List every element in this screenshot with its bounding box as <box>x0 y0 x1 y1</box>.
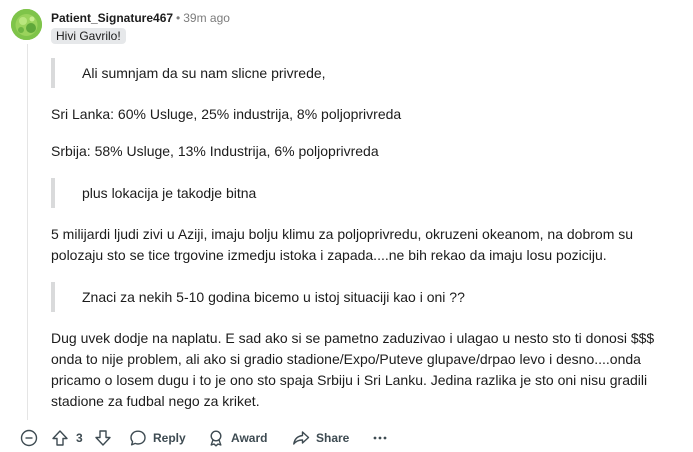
award-label: Award <box>231 431 268 445</box>
more-options-button[interactable] <box>371 426 389 450</box>
avatar-image <box>11 9 42 40</box>
timestamp[interactable]: 39m ago <box>183 11 230 25</box>
blockquote: plus lokacija je takodje bitna <box>51 178 681 208</box>
paragraph: Srbija: 58% Usluge, 13% Industrija, 6% p… <box>51 143 379 159</box>
paragraph: Dug uvek dodje na naplatu. E sad ako si … <box>51 330 655 409</box>
share-button[interactable]: Share <box>292 426 349 450</box>
username-link[interactable]: Patient_Signature467 <box>51 11 173 25</box>
meta-separator: • <box>176 11 181 25</box>
share-arrow-icon <box>293 431 310 445</box>
comment-body: Ali sumnjam da su nam slicne privrede, S… <box>51 58 681 412</box>
share-label: Share <box>316 431 350 445</box>
upvote-arrow-icon <box>52 430 68 446</box>
blockquote-text: Znaci za nekih 5-10 godina bicemo u isto… <box>82 288 465 305</box>
downvote-button[interactable] <box>94 426 112 450</box>
vote-count: 3 <box>76 431 83 445</box>
blockquote-text: Ali sumnjam da su nam slicne privrede, <box>82 64 326 81</box>
upvote-button[interactable] <box>51 426 69 450</box>
comment-action-bar: 3 Reply Award Share <box>0 426 693 450</box>
blockquote: Znaci za nekih 5-10 godina bicemo u isto… <box>51 282 681 312</box>
reply-label: Reply <box>153 431 186 445</box>
collapse-minus-icon <box>20 429 38 447</box>
user-flair: Hivi Gavrilo! <box>51 28 126 44</box>
downvote-arrow-icon <box>95 430 111 446</box>
collapse-button[interactable] <box>20 426 38 450</box>
award-ribbon-icon <box>210 430 222 447</box>
speech-bubble-icon <box>130 430 146 446</box>
award-button[interactable]: Award <box>207 426 267 450</box>
paragraph: 5 milijardi ljudi zivi u Aziji, imaju bo… <box>51 226 634 263</box>
thread-line[interactable] <box>27 44 28 420</box>
more-horizontal-icon <box>373 436 387 440</box>
avatar[interactable] <box>11 9 42 40</box>
comment-header: Patient_Signature467 • 39m ago <box>51 10 230 26</box>
blockquote: Ali sumnjam da su nam slicne privrede, <box>51 58 681 88</box>
blockquote-text: plus lokacija je takodje bitna <box>82 184 257 201</box>
paragraph: Sri Lanka: 60% Usluge, 25% industrija, 8… <box>51 106 402 122</box>
reply-button[interactable]: Reply <box>129 426 186 450</box>
